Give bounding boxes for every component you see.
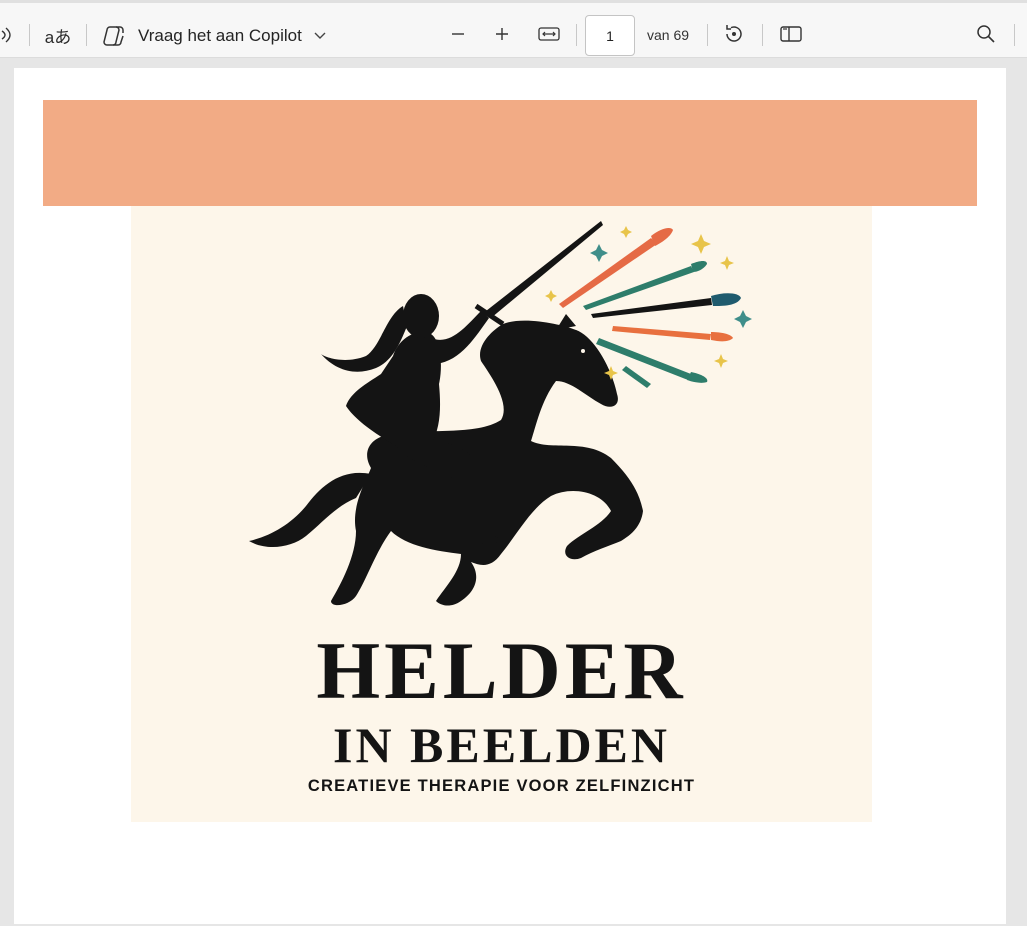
copilot-button[interactable]: Vraag het aan Copilot bbox=[102, 23, 334, 49]
scrollbar-track[interactable] bbox=[1006, 58, 1027, 926]
page-number-input[interactable] bbox=[585, 15, 635, 56]
fit-width-icon bbox=[538, 26, 560, 47]
toolbar-separator bbox=[762, 24, 763, 46]
minus-icon bbox=[450, 26, 466, 47]
search-button[interactable] bbox=[973, 24, 999, 48]
toolbar-separator bbox=[1014, 24, 1015, 46]
translate-label: aあ bbox=[44, 27, 72, 47]
copilot-label: Vraag het aan Copilot bbox=[138, 26, 302, 45]
knight-illustration bbox=[249, 221, 752, 606]
page-total-label: van 69 bbox=[647, 27, 690, 43]
pdf-toolbar: aあ Vraag het aan Copilot van 69 bbox=[0, 0, 1027, 58]
zoom-out-button[interactable] bbox=[446, 25, 470, 47]
cover-image: HELDER IN BEELDEN CREATIEVE THERAPIE VOO… bbox=[131, 206, 872, 822]
toolbar-separator bbox=[576, 24, 577, 46]
rotate-button[interactable] bbox=[722, 24, 746, 48]
chevron-down-icon bbox=[314, 32, 326, 40]
cover-title-line1: HELDER bbox=[316, 625, 687, 716]
read-aloud-icon[interactable] bbox=[0, 25, 14, 45]
toolbar-separator bbox=[707, 24, 708, 46]
page-view-button[interactable] bbox=[778, 24, 804, 48]
fit-width-button[interactable] bbox=[536, 25, 562, 47]
plus-icon bbox=[494, 26, 510, 47]
zoom-in-button[interactable] bbox=[490, 25, 514, 47]
rotate-icon bbox=[723, 23, 745, 50]
cover-title-line2: IN BEELDEN bbox=[332, 717, 671, 773]
translate-button[interactable]: aあ bbox=[44, 23, 72, 47]
toolbar-separator bbox=[29, 24, 30, 46]
search-icon bbox=[976, 24, 996, 49]
header-band bbox=[43, 100, 977, 206]
cover-subtitle: CREATIEVE THERAPIE VOOR ZELFINZICHT bbox=[307, 777, 696, 795]
page-view-icon bbox=[780, 25, 802, 48]
toolbar-separator bbox=[86, 24, 87, 46]
pdf-page: HELDER IN BEELDEN CREATIEVE THERAPIE VOO… bbox=[14, 68, 1006, 924]
copilot-icon bbox=[102, 24, 128, 48]
